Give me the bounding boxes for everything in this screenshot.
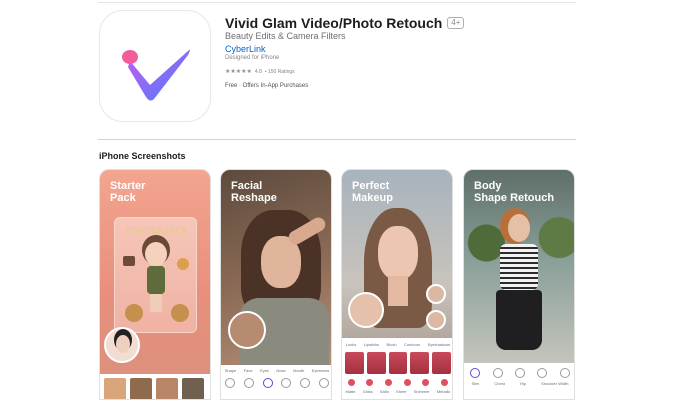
rating-row: ★★★★★ 4.8 • 150 Ratings [225,68,295,76]
makeup-tab: Looks [345,342,357,347]
tool-label: Shoulder Width [541,381,569,386]
tool-icon [281,378,292,388]
tool-label: Chest [494,381,505,386]
screenshot-caption: Facial Reshape [231,180,277,204]
doll-figure [145,242,167,266]
zoom-preview-circle [348,292,384,328]
app-logo-icon [122,49,190,101]
cup-icon [177,258,189,270]
price-label: Free · Offers In-App Purchases [225,83,309,89]
lipstick-swatch [345,352,364,374]
screenshot-perfect-makeup[interactable]: Perfect Makeup Looks Lipsticks Blush Con… [341,169,453,400]
tool-icon [225,378,236,388]
top-divider [98,2,576,3]
screenshot-caption: Perfect Makeup [352,180,393,204]
finish-label: Satin [379,389,389,394]
lipstick-swatch [432,352,451,374]
color-dot [403,379,411,386]
tool-label: Hip [519,381,526,386]
body-toolbar: Slim Chest Hip Shoulder Width [464,363,574,399]
makeup-tab: Lipsticks [363,342,380,347]
tool-label: Eyes [260,368,269,373]
doll-legs [150,294,162,312]
tool-label: Slim [471,381,480,386]
screenshots-section-title: iPhone Screenshots [99,151,186,161]
star-rating-icon: ★★★★★ [225,69,252,75]
zoom-preview-circle [228,311,266,349]
makeup-tab: Blush [386,342,397,347]
thumbnail-strip [100,374,210,399]
section-divider [98,139,576,140]
look-option-thumb [426,310,446,330]
tool-icon [559,368,570,378]
thumbnail [182,378,204,399]
lipstick-swatch [388,352,408,374]
portrait-avatar [104,327,140,363]
color-dot [385,379,393,386]
lipstick-swatch [366,352,386,374]
portrait-face [116,335,130,353]
color-dot [347,379,355,386]
rating-average: 4.8 [254,68,262,75]
starter-pack-card: STARTER PACK [114,217,197,333]
tool-icon [492,368,503,378]
color-dot [366,379,374,386]
screenshot-caption: Starter Pack [110,180,146,204]
tool-label: Nose [276,368,286,373]
makeup-tab: Contours [403,342,421,347]
finish-label: Shimmer [413,389,430,394]
tool-icon [299,378,310,388]
tool-icon [318,378,329,388]
puppy-figure [125,304,143,322]
thumbnail [156,378,178,399]
makeup-toolbar: Looks Lipsticks Blush Contours Eyeshadow… [342,338,452,399]
screenshot-body-shape-retouch[interactable]: Body Shape Retouch Slim Chest Hip Should… [463,169,575,400]
model-neck [388,276,408,306]
lipstick-swatch [410,352,430,374]
thumbnail [104,378,126,399]
tool-icon [243,378,254,388]
model-striped-top [500,244,538,290]
model-face [378,226,418,280]
thumbnail [130,378,152,399]
doll-body [147,266,165,294]
developer-link[interactable]: CyberLink [225,44,266,54]
color-dot [441,379,449,386]
color-dot [422,379,430,386]
screenshot-starter-pack[interactable]: Starter Pack STARTER PACK [99,169,211,400]
camera-icon [123,256,135,266]
designed-for-label: Designed for iPhone [225,55,280,61]
tool-label: Face [243,368,253,373]
tool-label: Mouth [293,368,305,373]
starter-pack-card-title: STARTER PACK [125,226,188,235]
screenshot-caption: Body Shape Retouch [474,180,555,204]
app-title: Vivid Glam Video/Photo Retouch [225,15,443,31]
puppy-figure [171,304,189,322]
tool-icon [537,368,548,378]
tool-icon [262,378,273,388]
finish-label: Matte [345,389,356,394]
finish-label: Sheer [396,389,407,394]
tool-label: Eyebrows [311,368,330,373]
tool-icon [514,368,525,378]
model-head [508,214,530,242]
finish-label: Gloss [362,389,373,394]
makeup-tab: Eyeshadows [427,342,451,347]
screenshot-facial-reshape[interactable]: Facial Reshape Shape Face Eyes Nose Mout… [220,169,332,400]
model-skirt [496,290,542,350]
app-icon [99,10,211,122]
rating-count: • 150 Ratings [264,68,295,75]
age-rating-badge: 4+ [447,17,465,29]
reshape-toolbar: Shape Face Eyes Nose Mouth Eyebrows [221,365,331,399]
app-title-row: Vivid Glam Video/Photo Retouch 4+ [225,15,465,31]
finish-label: Metallic [436,389,451,394]
tool-icon [470,368,481,378]
look-option-thumb [426,284,446,304]
app-subtitle: Beauty Edits & Camera Filters [225,31,346,41]
tool-label: Shape [224,368,237,373]
